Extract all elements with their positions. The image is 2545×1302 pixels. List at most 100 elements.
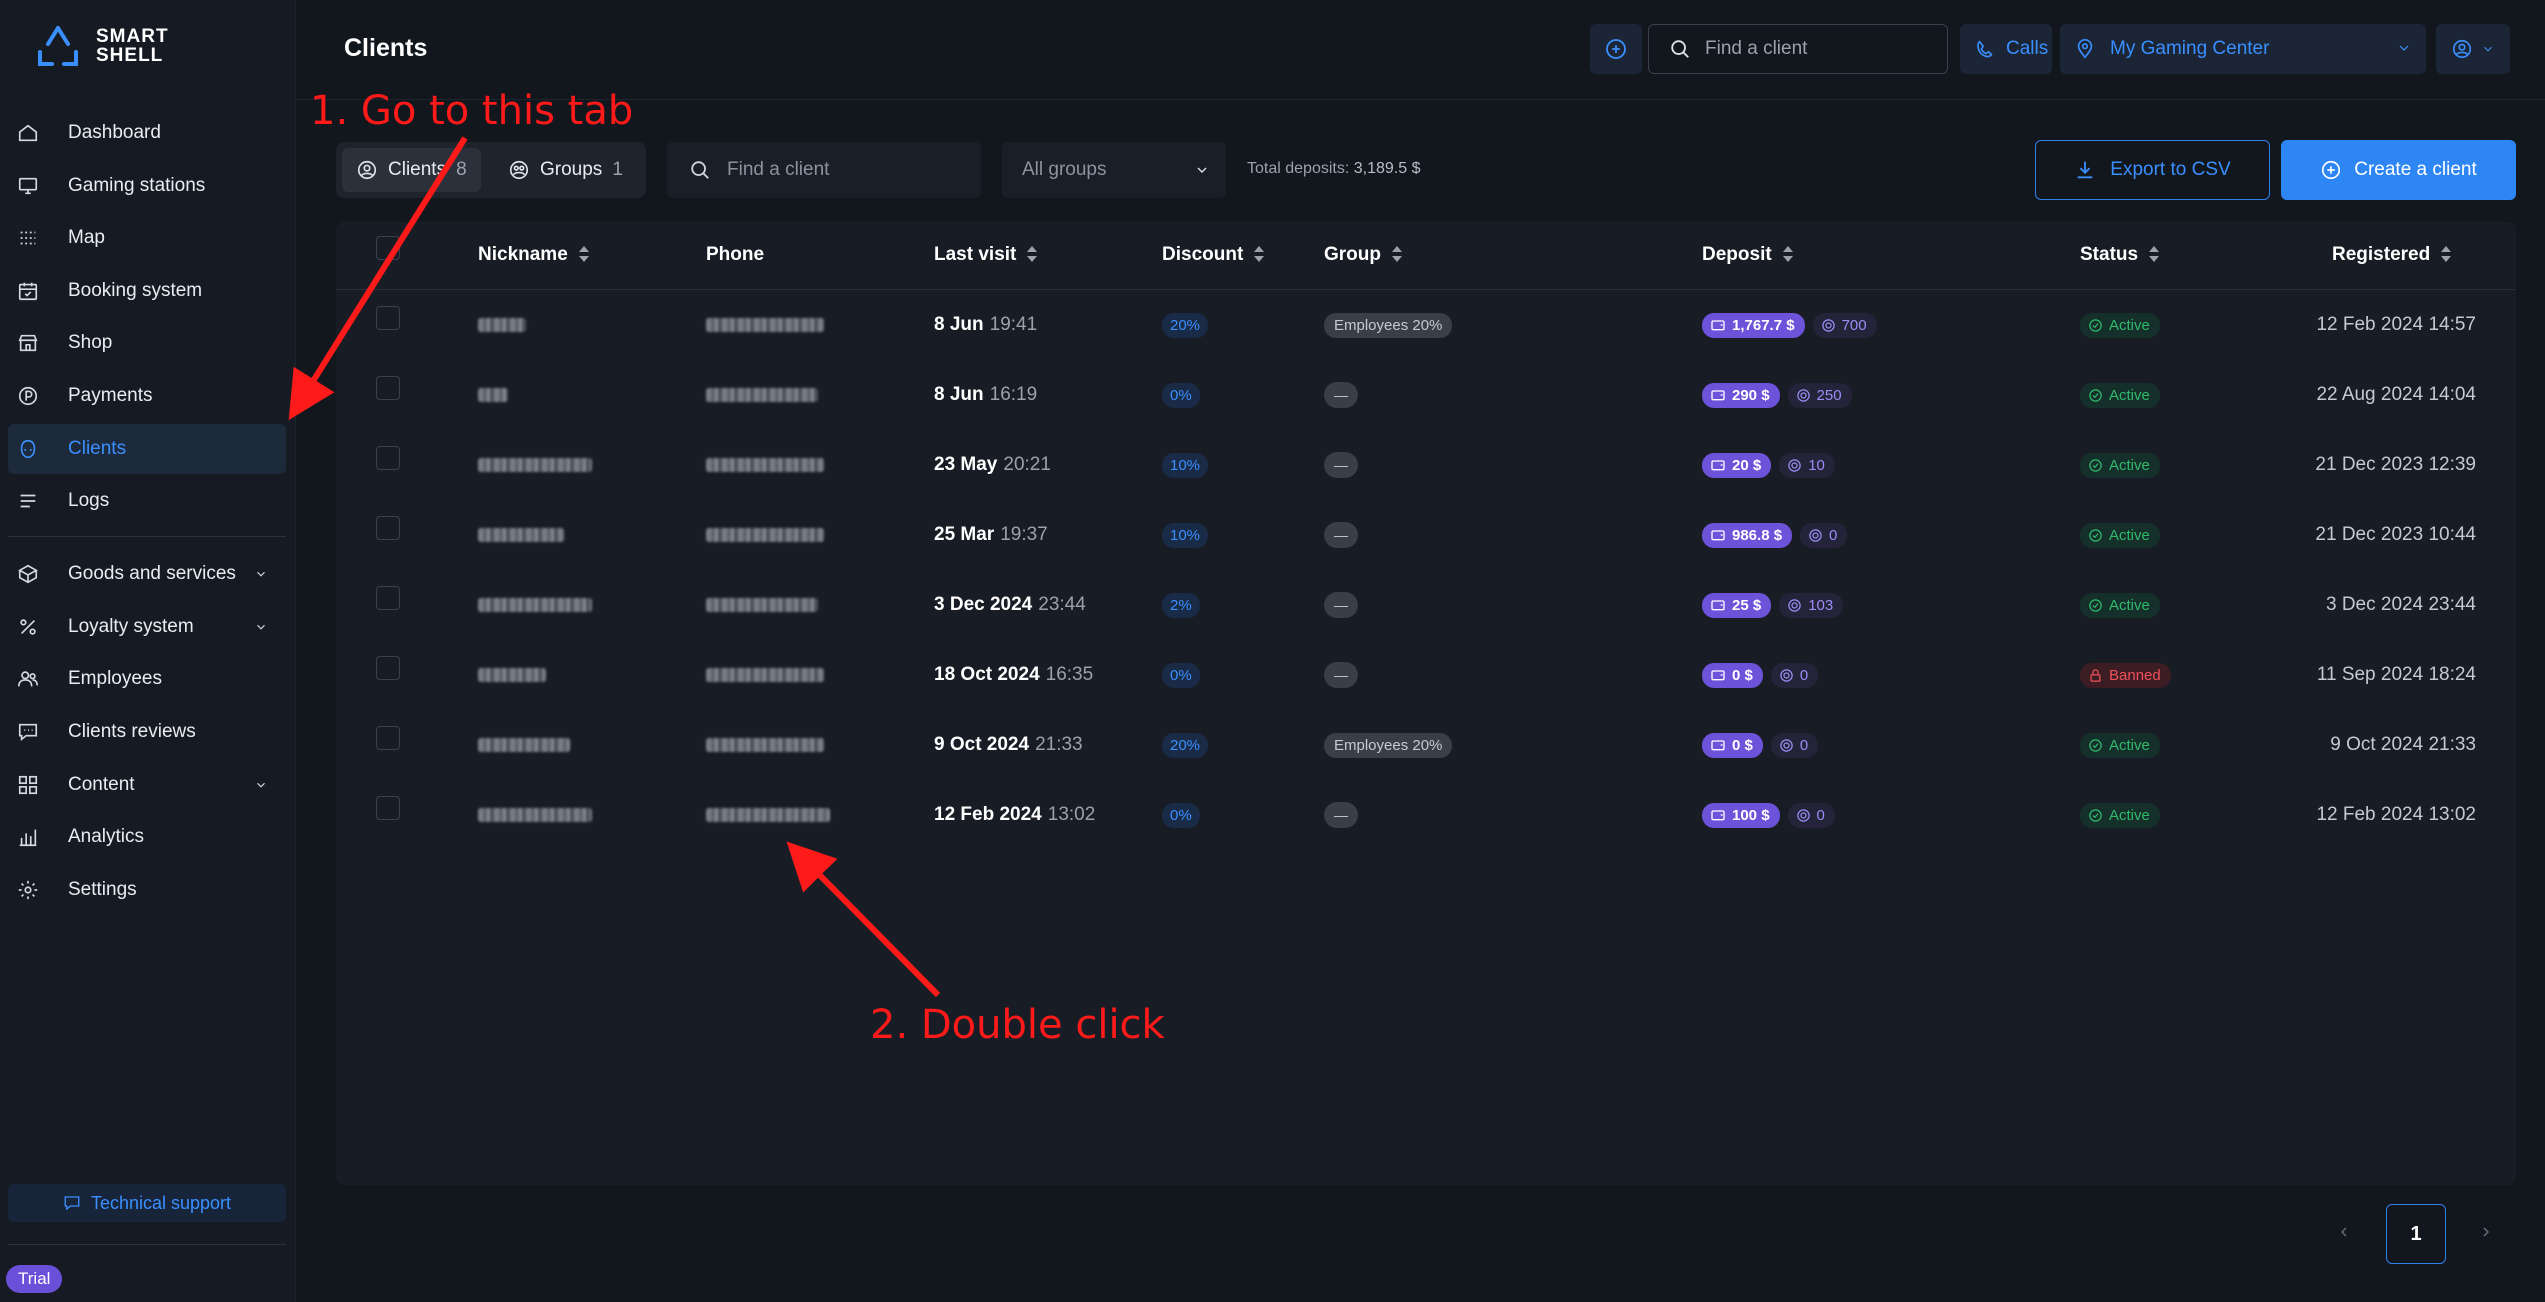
sidebar-item-label: Map — [68, 227, 105, 249]
pagination-next[interactable] — [2478, 1224, 2498, 1244]
sidebar-item-dashboard[interactable]: Dashboard — [8, 108, 286, 158]
trial-badge[interactable]: Trial — [6, 1265, 63, 1293]
column-nickname[interactable]: Nickname — [478, 244, 590, 266]
status-label: Active — [2109, 386, 2150, 404]
phone-cell[interactable] — [706, 710, 824, 780]
technical-support-button[interactable]: Technical support — [8, 1184, 286, 1222]
chevron-right-icon — [2483, 1227, 2489, 1237]
status-label: Active — [2109, 736, 2150, 754]
row-checkbox[interactable] — [376, 516, 400, 540]
nickname-cell[interactable] — [478, 360, 508, 430]
pagination-page-current[interactable]: 1 — [2386, 1204, 2446, 1264]
check-circle-icon — [2088, 318, 2103, 333]
table-row[interactable]: 12 Feb 2024 13:02 0% — 100 $ 0 Active 12 Feb 20… — [336, 780, 2516, 850]
nickname-cell[interactable] — [478, 570, 592, 640]
table-row[interactable]: 23 May 20:21 10% — 20 $ 10 Active 21 Dec 2023 1… — [336, 430, 2516, 500]
nickname-cell[interactable] — [478, 780, 592, 850]
deposit-badge: 986.8 $ — [1702, 522, 1793, 548]
sidebar-item-map[interactable]: Map — [8, 213, 286, 263]
column-discount[interactable]: Discount — [1162, 244, 1265, 266]
sidebar-item-analytics[interactable]: Analytics — [8, 812, 286, 862]
sidebar-item-clients[interactable]: Clients — [8, 423, 286, 474]
phone-cell[interactable] — [706, 500, 824, 570]
chevron-down-icon[interactable] — [254, 618, 272, 636]
row-checkbox[interactable] — [376, 656, 400, 680]
column-status[interactable]: Status — [2080, 244, 2160, 266]
bonus-coin-icon — [1796, 388, 1811, 403]
table-row[interactable]: 3 Dec 2024 23:44 2% — 25 $ 103 Active 3 Dec 202… — [336, 570, 2516, 640]
center-selector[interactable]: My Gaming Center — [2060, 24, 2426, 74]
groups-select[interactable]: All groups — [1002, 142, 1226, 198]
status-cell: Active — [2080, 360, 2160, 430]
pagination-prev[interactable] — [2336, 1224, 2356, 1244]
layout-icon — [16, 773, 40, 797]
phone-cell[interactable] — [706, 290, 824, 360]
sort-icon — [578, 245, 590, 265]
sidebar-item-content[interactable]: Content — [8, 760, 286, 810]
sidebar-item-settings[interactable]: Settings — [8, 865, 286, 915]
export-csv-button[interactable]: Export to CSV — [2035, 140, 2270, 200]
row-checkbox[interactable] — [376, 586, 400, 610]
nickname-cell[interactable] — [478, 430, 592, 500]
row-checkbox[interactable] — [376, 446, 400, 470]
row-checkbox[interactable] — [376, 376, 400, 400]
column-group[interactable]: Group — [1324, 244, 1403, 266]
bonus-coin-icon — [1779, 668, 1794, 683]
registered-value: 3 Dec 2024 23:44 — [2325, 594, 2476, 615]
discount-cell: 0% — [1162, 640, 1200, 710]
sidebar-item-employees[interactable]: Employees — [8, 654, 286, 704]
user-menu-button[interactable] — [2436, 24, 2510, 74]
row-checkbox[interactable] — [376, 306, 400, 330]
sidebar-item-payments[interactable]: Payments — [8, 371, 286, 421]
sidebar-item-logs[interactable]: Logs — [8, 476, 286, 526]
group-cell: — — [1324, 430, 1358, 500]
row-checkbox[interactable] — [376, 796, 400, 820]
tab-clients[interactable]: Clients 8 — [342, 148, 481, 192]
select-all-checkbox[interactable] — [376, 236, 400, 260]
nickname-cell[interactable] — [478, 500, 564, 570]
search-icon — [691, 161, 709, 179]
column-deposit[interactable]: Deposit — [1702, 244, 1794, 266]
calls-button[interactable]: Calls — [1960, 24, 2052, 74]
phone-cell[interactable] — [706, 780, 830, 850]
sidebar-item-loyalty[interactable]: Loyalty system — [8, 602, 286, 652]
tab-groups[interactable]: Groups 1 — [494, 148, 637, 192]
wallet-icon — [1710, 667, 1726, 683]
table-row[interactable]: 8 Jun 16:19 0% — 290 $ 250 Active 22 Aug 2024 1… — [336, 360, 2516, 430]
row-checkbox[interactable] — [376, 726, 400, 750]
phone-cell[interactable] — [706, 640, 824, 710]
nickname-cell[interactable] — [478, 710, 570, 780]
header-search-input[interactable]: Find a client — [1648, 24, 1948, 74]
deposit-cell: 0 $ 0 — [1702, 710, 1819, 780]
table-row[interactable]: 9 Oct 2024 21:33 20% Employees 20% 0 $ 0 Activ… — [336, 710, 2516, 780]
phone-cell[interactable] — [706, 430, 824, 500]
column-registered[interactable]: Registered — [2332, 244, 2452, 266]
chevron-down-icon[interactable] — [254, 565, 272, 583]
sidebar-item-reviews[interactable]: Clients reviews — [8, 707, 286, 757]
sidebar-item-booking[interactable]: Booking system — [8, 266, 286, 316]
sidebar-item-shop[interactable]: Shop — [8, 318, 286, 368]
chevron-down-icon[interactable] — [254, 776, 272, 794]
table-row[interactable]: 25 Mar 19:37 10% — 986.8 $ 0 Active 21 Dec 2023… — [336, 500, 2516, 570]
bonus-badge: 700 — [1812, 312, 1877, 338]
client-search-input[interactable]: Find a client — [667, 142, 981, 198]
brand-logo[interactable]: SMART SHELL — [34, 24, 169, 68]
nickname-cell[interactable] — [478, 290, 526, 360]
column-last-visit[interactable]: Last visit — [934, 244, 1038, 266]
plus-circle-icon — [1606, 39, 1626, 59]
sidebar-item-gaming-stations[interactable]: Gaming stations — [8, 161, 286, 211]
sidebar-item-goods-services[interactable]: Goods and services — [8, 549, 286, 599]
table-row[interactable]: 18 Oct 2024 16:35 0% — 0 $ 0 Banned 11 Sep 2024… — [336, 640, 2516, 710]
deposit-cell: 290 $ 250 — [1702, 360, 1852, 430]
sort-icon — [1391, 245, 1403, 265]
bonus-coin-icon — [1779, 738, 1794, 753]
wallet-icon — [1710, 527, 1726, 543]
create-client-button[interactable]: Create a client — [2281, 140, 2516, 200]
deposit-value: 100 $ — [1732, 806, 1770, 824]
table-row[interactable]: 8 Jun 19:41 20% Employees 20% 1,767.7 $ 700 Ac… — [336, 290, 2516, 360]
phone-cell[interactable] — [706, 360, 818, 430]
quick-add-button[interactable] — [1590, 24, 1642, 74]
nickname-cell[interactable] — [478, 640, 546, 710]
phone-cell[interactable] — [706, 570, 818, 640]
phone-redacted — [706, 388, 818, 402]
